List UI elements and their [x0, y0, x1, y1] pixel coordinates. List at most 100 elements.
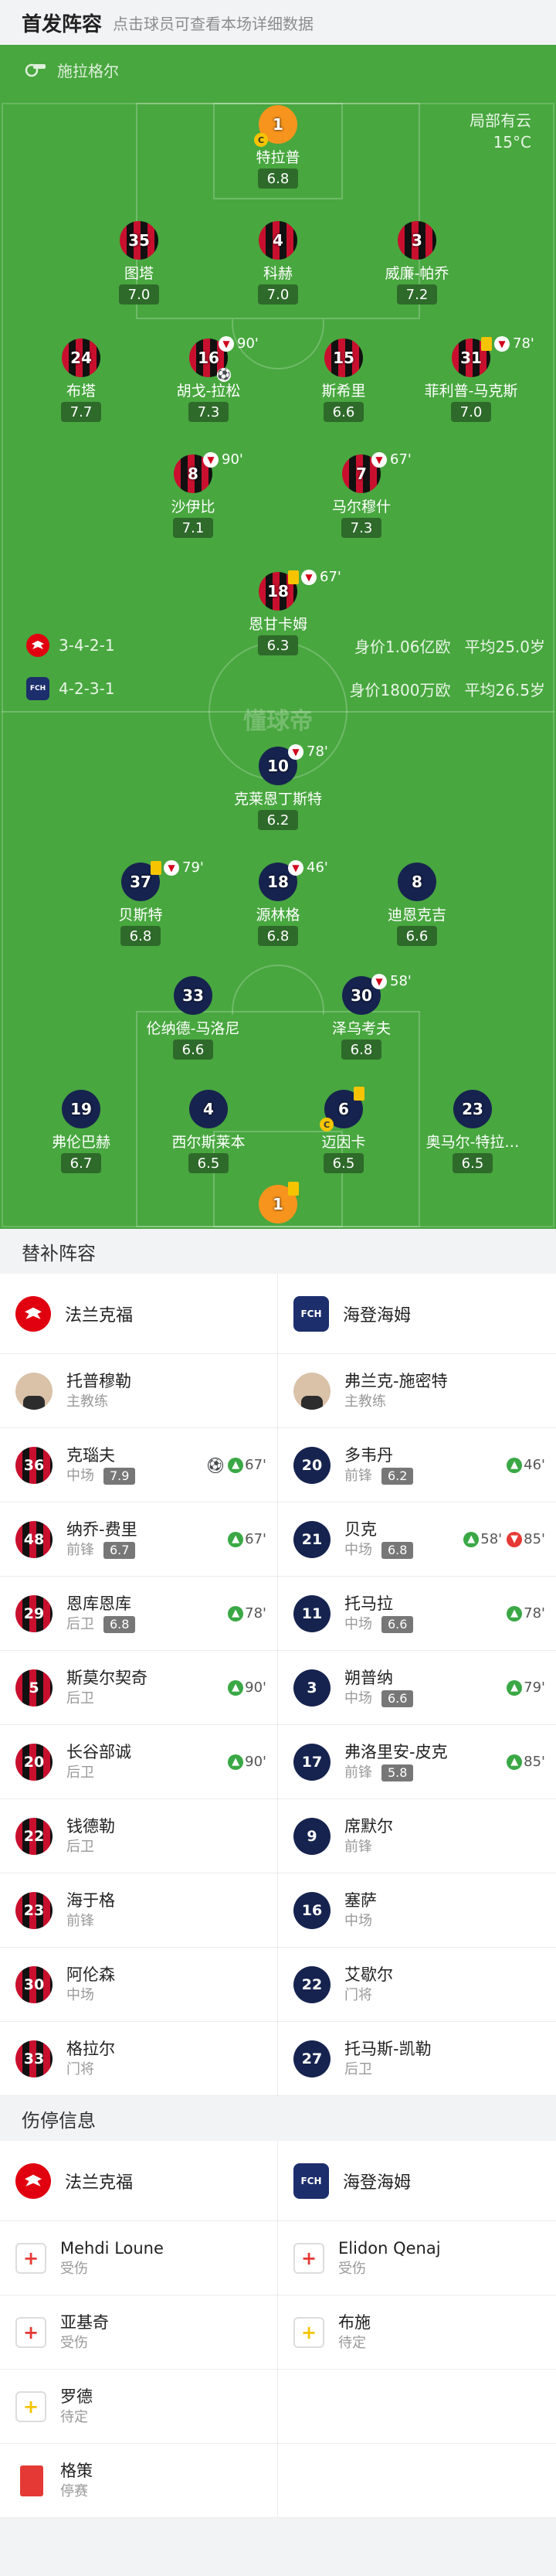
weather-label: 局部有云	[470, 111, 531, 130]
player-name: 菲利普-马克斯	[424, 383, 518, 400]
injury-team-frankfurt[interactable]: 法兰克福	[0, 2141, 278, 2221]
injured-player[interactable]: + 亚基奇 受伤	[0, 2295, 278, 2370]
sub-player[interactable]: 36 克瑙夫 中场 7.9 ⚽ ▲ 67'	[0, 1428, 278, 1502]
subs-team-heidenheim[interactable]: FCH 海登海姆	[278, 1274, 556, 1354]
player-mainka[interactable]: 6 C 迈因卡 6.5	[282, 1087, 405, 1173]
shirt-number-badge: 9	[293, 1817, 331, 1855]
sub-out-icon: ▼	[219, 335, 234, 352]
player-foehrenbach[interactable]: 19 弗伦巴赫 6.7	[19, 1090, 143, 1173]
sub-out-icon: ▼	[371, 973, 387, 989]
sub-player[interactable]: 16 塞萨 中场	[278, 1873, 556, 1948]
coach-role: 主教练	[66, 1393, 108, 1410]
sub-in-icon: ▲	[228, 1457, 244, 1473]
sub-player[interactable]: 11 托马拉 中场 6.6 ▲ 78'	[278, 1577, 556, 1651]
coach-left[interactable]: 托普穆勒 主教练	[0, 1354, 278, 1428]
sub-player[interactable]: 20 多韦丹 前锋 6.2 ▲ 46'	[278, 1428, 556, 1502]
player-larsson[interactable]: 16 ⚽ ▼ 90' 胡戈-拉松 7.3	[147, 335, 270, 422]
frankfurt-team-info: 身价1.06亿欧 平均25.0岁	[341, 634, 545, 657]
player-buta[interactable]: 24 布塔 7.7	[19, 339, 143, 422]
player-skhiri[interactable]: 15 斯希里 6.6	[282, 339, 405, 422]
player-events	[354, 1087, 367, 1101]
injured-player[interactable]: 格策 停赛	[0, 2444, 278, 2518]
player-sessa[interactable]: 18 ▼ 46' 源林格 6.8	[216, 859, 340, 946]
sub-in-icon: ▲	[463, 1531, 480, 1547]
shirt-number-badge: 4	[259, 221, 297, 260]
sub-position: 前锋	[344, 1467, 372, 1484]
sub-player[interactable]: 33 格拉尔 门将	[0, 2022, 278, 2096]
player-events: ▼ 58'	[371, 973, 412, 989]
sub-position-row: 后卫	[344, 2060, 432, 2080]
sub-player[interactable]: 48 纳乔-费里 前锋 6.7 ▲ 67'	[0, 1502, 278, 1577]
shirt-number: 3	[412, 231, 422, 250]
injury-team-heidenheim[interactable]: FCH 海登海姆	[278, 2141, 556, 2221]
event-minute: 46'	[307, 859, 328, 876]
injured-player[interactable]: + Mehdi Loune 受伤	[0, 2221, 278, 2295]
empty-cell	[278, 2370, 556, 2444]
sub-player[interactable]: 3 朔普纳 中场 6.6 ▲ 79'	[278, 1651, 556, 1725]
sub-player[interactable]: 29 恩库恩库 后卫 6.8 ▲ 78'	[0, 1577, 278, 1651]
player-rating: 6.8	[258, 926, 298, 946]
player-rating: 6.2	[258, 810, 298, 830]
player-koch[interactable]: 4 科赫 7.0	[216, 221, 340, 305]
sub-player[interactable]: 5 斯莫尔契奇 后卫 ▲ 90'	[0, 1651, 278, 1725]
sub-in-icon: ▲	[228, 1605, 244, 1621]
sub-player[interactable]: 27 托马斯-凯勒 后卫	[278, 2022, 556, 2096]
player-maloney[interactable]: 33 伦纳德-马洛尼 6.6	[131, 976, 255, 1060]
injured-player[interactable]: + 布施 待定	[278, 2295, 556, 2370]
empty-cell	[278, 2444, 556, 2518]
player-pacho[interactable]: 3 威廉-帕乔 7.2	[355, 221, 479, 305]
player-trapp[interactable]: 1 C 特拉普 6.8	[216, 105, 340, 189]
captain-badge: C	[320, 1118, 334, 1131]
player-marmoush[interactable]: 7 ▼ 67' 马尔穆什 7.3	[300, 451, 423, 538]
player-ekitike[interactable]: 18 ▼ 67' 恩甘卡姆 6.3	[216, 569, 341, 655]
red-card-icon	[20, 2465, 43, 2496]
player-chaibi[interactable]: 8 ▼ 90' 沙伊比 7.1	[131, 451, 255, 538]
sub-player[interactable]: 30 阿伦森 中场	[0, 1948, 278, 2022]
shirt-number-badge: 1	[259, 1182, 299, 1223]
player-siersleben[interactable]: 4 西尔斯莱本 6.5	[147, 1090, 270, 1173]
player-events	[288, 1182, 301, 1196]
sub-position-row: 后卫	[66, 1689, 147, 1709]
player-traore[interactable]: 23 奥马尔-特拉… 6.5	[411, 1090, 534, 1173]
sub-out-icon: ▼	[203, 451, 219, 468]
sub-position: 中场	[344, 1912, 372, 1929]
injured-player[interactable]: + Elidon Qenaj 受伤	[278, 2221, 556, 2295]
heidenheim-logo-icon: FCH	[293, 1295, 329, 1332]
event-minute: 78'	[307, 744, 328, 760]
shirt-number: 4	[273, 231, 283, 250]
sub-player[interactable]: 22 艾歇尔 门将	[278, 1948, 556, 2022]
player-mueller[interactable]: 1凯文-穆勒6.7	[216, 1182, 340, 1229]
sub-out-icon: ▼	[507, 1531, 523, 1547]
player-dinkci[interactable]: 8 迪恩克吉 6.6	[355, 863, 479, 946]
coach-right[interactable]: 弗兰克-施密特 主教练	[278, 1354, 556, 1428]
sub-player[interactable]: 23 海于格 前锋	[0, 1873, 278, 1948]
yellow-card-icon	[481, 336, 492, 351]
player-maxim[interactable]: 31 ▼ 78' 菲利普-马克斯 7.0	[409, 335, 534, 422]
sub-rating: 7.9	[103, 1467, 136, 1485]
subs-team-frankfurt[interactable]: 法兰克福	[0, 1274, 278, 1354]
player-tuta[interactable]: 35 图塔 7.0	[77, 221, 201, 305]
sub-player[interactable]: 20 长谷部诚 后卫 ▲ 90'	[0, 1725, 278, 1799]
sub-position: 后卫	[66, 1838, 94, 1855]
injured-player[interactable]: + 罗德 待定	[0, 2370, 278, 2444]
sub-rating: 6.2	[381, 1467, 414, 1485]
player-name: 沙伊比	[171, 499, 215, 516]
sub-position-row: 中场 6.6	[344, 1689, 414, 1709]
player-beste[interactable]: 37 ▼ 79' 贝斯特 6.8	[79, 859, 204, 946]
injury-team-name-right: 海登海姆	[343, 2173, 412, 2193]
sub-player[interactable]: 21 贝克 中场 6.8 ▲ 58' ▼ 85'	[278, 1502, 556, 1577]
sub-player[interactable]: 17 弗洛里安-皮克 前锋 5.8 ▲ 85'	[278, 1725, 556, 1799]
sub-position-row: 前锋	[344, 1837, 393, 1857]
shirt-number: 19	[70, 1100, 92, 1118]
sub-position-row: 后卫 6.8	[66, 1615, 136, 1635]
player-rating: 6.7	[61, 1153, 101, 1173]
injured-name: Elidon Qenaj	[338, 2238, 441, 2258]
sub-player[interactable]: 22 钱德勒 后卫	[0, 1799, 278, 1873]
heidenheim-team-info: 身价1800万欧 平均26.5岁	[336, 677, 545, 700]
sub-out-icon: ▼	[301, 569, 317, 585]
player-rating: 6.5	[188, 1153, 229, 1173]
sub-player[interactable]: 9 席默尔 前锋	[278, 1799, 556, 1873]
player-schoeppner[interactable]: 30 ▼ 58' 泽乌考夫 6.8	[300, 973, 423, 1060]
player-kleindienst[interactable]: 10 ▼ 78' 克莱恩丁斯特 6.2	[216, 744, 340, 830]
sub-name: 艾歇尔	[344, 1965, 393, 1984]
